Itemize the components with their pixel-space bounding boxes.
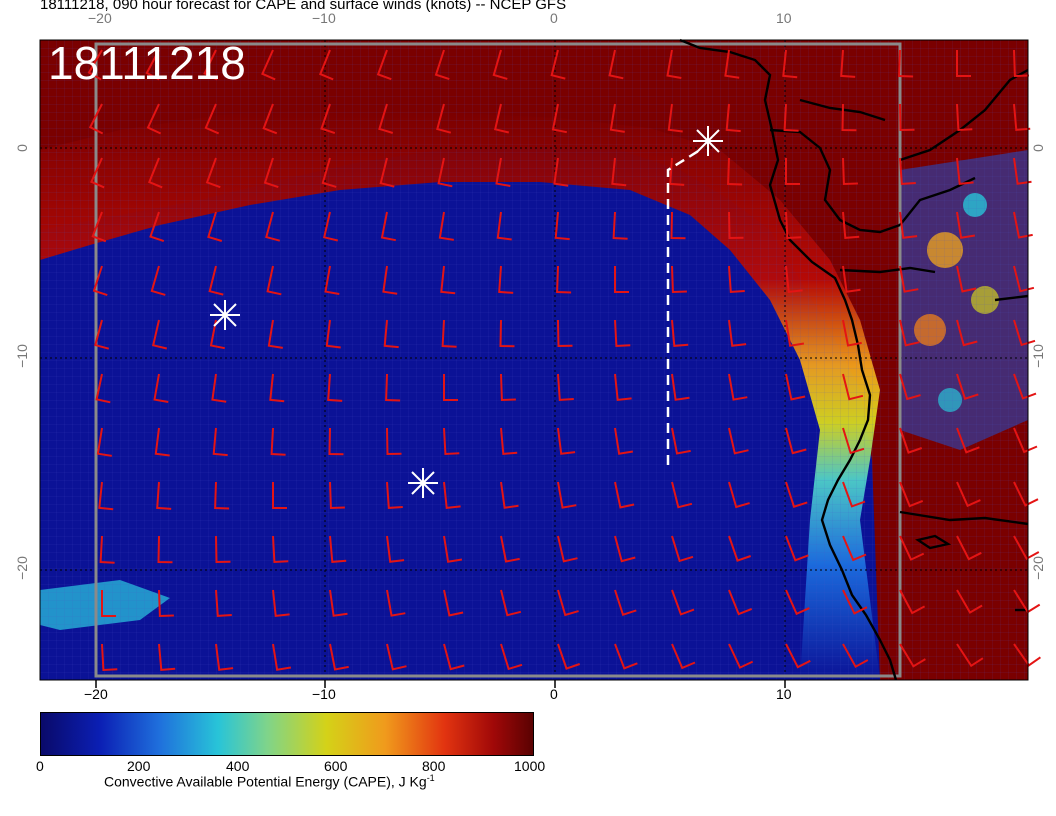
colorbar-title-sup: -1 bbox=[426, 773, 435, 783]
left-tick: −20 bbox=[13, 556, 30, 580]
bottom-tick: 0 bbox=[550, 686, 558, 702]
bottom-tick: −20 bbox=[84, 686, 108, 702]
colorbar bbox=[40, 712, 534, 756]
asterisk-marker bbox=[408, 468, 438, 498]
colorbar-label: 600 bbox=[324, 758, 348, 774]
left-tick: −10 bbox=[13, 344, 30, 368]
colorbar-title: Convective Available Potential Energy (C… bbox=[104, 773, 435, 790]
bottom-tick: −10 bbox=[312, 686, 336, 702]
asterisk-marker bbox=[693, 126, 723, 156]
right-tick: 0 bbox=[1029, 144, 1046, 152]
right-tick: −20 bbox=[1029, 556, 1046, 580]
colorbar-label: 200 bbox=[127, 758, 151, 774]
cape-map bbox=[39, 38, 1041, 688]
axis-ticks bbox=[95, 680, 786, 688]
timestamp-label: 18111218 bbox=[48, 37, 246, 89]
asterisk-marker bbox=[210, 300, 240, 330]
colorbar-label: 1000 bbox=[514, 758, 546, 774]
colorbar-label: 800 bbox=[422, 758, 446, 774]
top-tick: 10 bbox=[776, 10, 792, 26]
bottom-tick: 10 bbox=[776, 686, 792, 702]
colorbar-label: 0 bbox=[36, 758, 44, 774]
cape-field bbox=[40, 40, 1028, 680]
left-tick: 0 bbox=[13, 144, 30, 152]
colorbar-label: 400 bbox=[226, 758, 250, 774]
colorbar-title-text: Convective Available Potential Energy (C… bbox=[104, 773, 427, 790]
top-tick: −10 bbox=[312, 10, 336, 26]
top-tick: 0 bbox=[550, 10, 558, 26]
right-tick: −10 bbox=[1029, 344, 1046, 368]
top-tick: −20 bbox=[88, 10, 112, 26]
